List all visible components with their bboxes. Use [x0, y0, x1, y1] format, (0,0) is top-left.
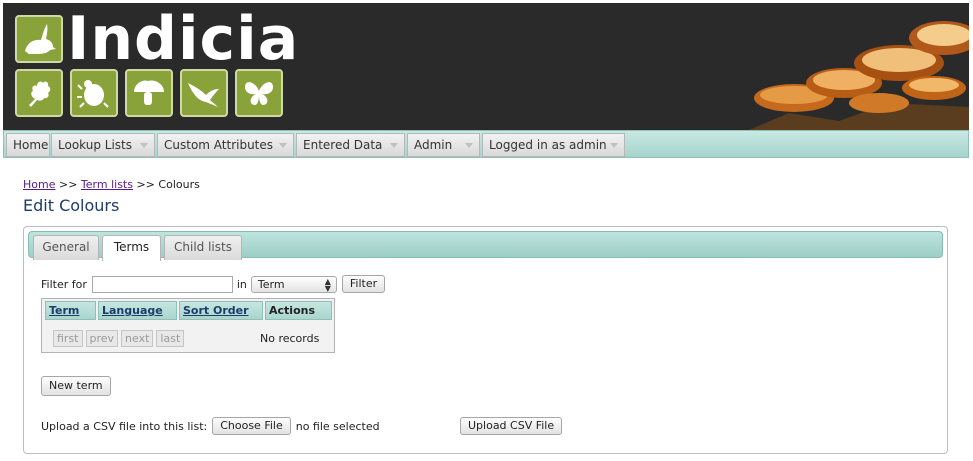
- main-nav: Home Lookup Lists Custom Attributes Ente…: [3, 130, 969, 158]
- breadcrumb-term-lists-link[interactable]: Term lists: [81, 178, 133, 191]
- select-arrows-icon: ▲ ▼: [324, 276, 331, 293]
- nav-user-menu[interactable]: Logged in as admin: [482, 133, 625, 157]
- terms-grid: Term Language Sort Order Actions first p…: [41, 298, 335, 353]
- filter-in-label: in: [236, 277, 247, 291]
- pager-last: last: [156, 330, 185, 347]
- hare-icon: [15, 15, 63, 63]
- swallow-icon: [180, 69, 228, 117]
- nav-lookup-lists[interactable]: Lookup Lists: [51, 133, 155, 157]
- nav-user-menu-label: Logged in as admin: [489, 138, 607, 152]
- nav-custom-attributes-label: Custom Attributes: [164, 138, 274, 152]
- nav-entered-data[interactable]: Entered Data: [296, 133, 405, 157]
- column-header-actions: Actions: [265, 301, 332, 320]
- column-header-sort-order[interactable]: Sort Order: [179, 301, 263, 320]
- new-term-button[interactable]: New term: [41, 376, 111, 396]
- filter-label: Filter for: [41, 277, 87, 291]
- tab-general[interactable]: General: [33, 235, 99, 260]
- grid-empty-message: No records: [260, 332, 320, 345]
- nav-admin-label: Admin: [414, 138, 453, 152]
- oak-leaf-icon: [15, 69, 63, 117]
- breadcrumb-current: Colours: [158, 178, 200, 191]
- chevron-down-icon: [465, 143, 473, 148]
- upload-label: Upload a CSV file into this list:: [41, 419, 208, 433]
- grid-header: Term Language Sort Order Actions: [45, 301, 334, 320]
- beetle-icon: [70, 69, 118, 117]
- edit-panel: General Terms Child lists Filter for in …: [23, 226, 948, 454]
- fungus-photo: [749, 3, 969, 130]
- upload-csv-button[interactable]: Upload CSV File: [460, 417, 563, 435]
- column-header-language[interactable]: Language: [98, 301, 177, 320]
- column-header-term[interactable]: Term: [45, 301, 96, 320]
- nav-admin[interactable]: Admin: [407, 133, 480, 157]
- header-banner: Indicia: [3, 3, 969, 130]
- pager-first: first: [53, 330, 83, 347]
- pager-next: next: [121, 330, 154, 347]
- nav-home-label: Home: [13, 138, 49, 152]
- filter-field-selected: Term: [257, 277, 285, 291]
- breadcrumb: Home >> Term lists >> Colours: [23, 178, 200, 191]
- grid-pager: first prev next last: [53, 330, 185, 347]
- filter-input[interactable]: [91, 275, 233, 293]
- filter-button[interactable]: Filter: [341, 275, 386, 293]
- filter-row: Filter for in Term ▲ ▼ Filter: [41, 275, 386, 293]
- breadcrumb-separator: >>: [136, 178, 155, 191]
- breadcrumb-home-link[interactable]: Home: [23, 178, 55, 191]
- nav-lookup-lists-label: Lookup Lists: [58, 138, 133, 152]
- mushroom-icon: [125, 69, 173, 117]
- nav-custom-attributes[interactable]: Custom Attributes: [157, 133, 294, 157]
- logo: Indicia: [15, 4, 300, 74]
- tab-terms[interactable]: Terms: [102, 235, 161, 261]
- tab-bar: General Terms Child lists: [28, 231, 943, 261]
- column-header-term-label: Term: [49, 304, 80, 317]
- filter-field-select[interactable]: Term ▲ ▼: [250, 275, 337, 293]
- logo-tiles: [15, 69, 283, 117]
- tab-child-lists[interactable]: Child lists: [164, 235, 242, 260]
- nav-home[interactable]: Home: [6, 133, 50, 157]
- breadcrumb-separator: >>: [58, 178, 78, 191]
- pager-prev: prev: [85, 330, 119, 347]
- choose-file-button[interactable]: Choose File: [212, 417, 291, 435]
- column-header-language-label: Language: [102, 304, 163, 317]
- page-title: Edit Colours: [23, 196, 120, 215]
- file-status: no file selected: [295, 419, 380, 433]
- chevron-down-icon: [279, 143, 287, 148]
- chevron-down-icon: [140, 143, 148, 148]
- chevron-down-icon: [610, 143, 618, 148]
- butterfly-icon: [235, 69, 283, 117]
- brand-name: Indicia: [67, 4, 300, 74]
- chevron-down-icon: [390, 143, 398, 148]
- column-header-sort-order-label: Sort Order: [183, 304, 249, 317]
- csv-upload-row: Upload a CSV file into this list: Choose…: [41, 417, 380, 435]
- nav-entered-data-label: Entered Data: [303, 138, 383, 152]
